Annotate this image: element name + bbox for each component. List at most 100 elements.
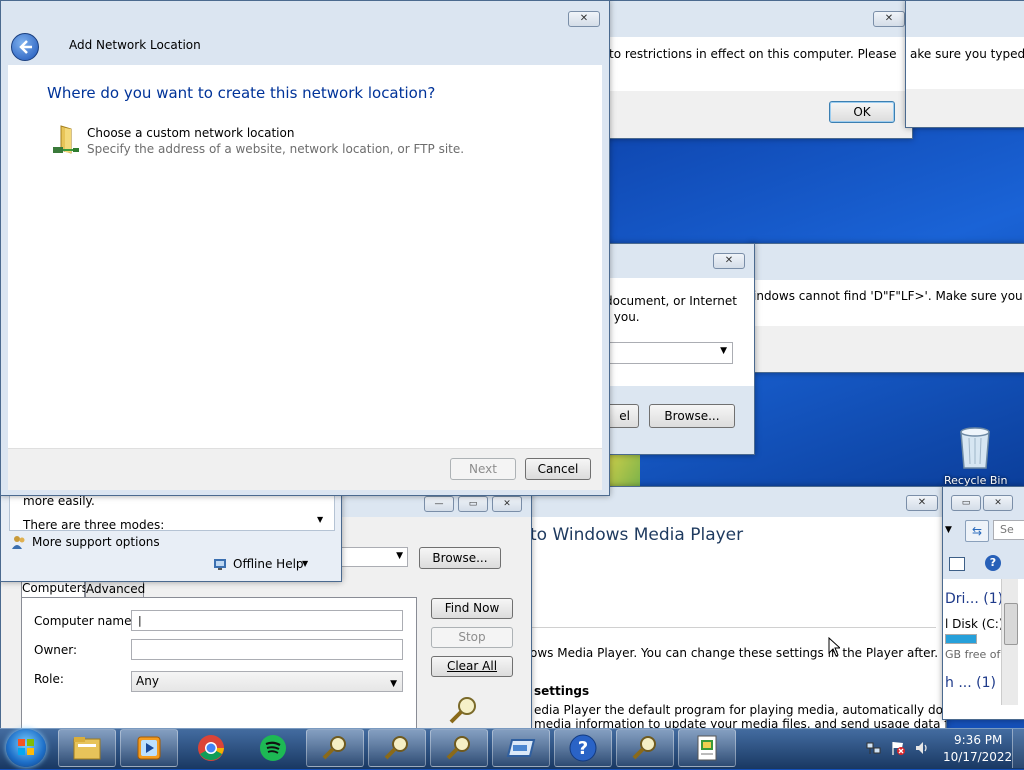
clock-date[interactable]: 10/17/2022 (943, 750, 1012, 764)
maximize-button[interactable]: ▭ (458, 496, 488, 512)
taskbar-search-4[interactable] (616, 729, 674, 767)
next-button[interactable]: Next (450, 458, 516, 480)
explorer-window: ▭ ✕ ▼ ⇆ Se ? Dri... (1) l Disk (C:) GB f… (942, 486, 1024, 720)
support-people-icon (11, 534, 27, 550)
wmp-description: ows Media Player. You can change these s… (530, 646, 939, 660)
close-button[interactable]: ✕ (983, 495, 1013, 511)
maximize-button[interactable]: ▭ (951, 495, 981, 511)
close-button[interactable]: ✕ (713, 253, 745, 269)
vertical-scrollbar[interactable] (1001, 579, 1018, 705)
chevron-down-icon: ▼ (396, 551, 403, 561)
open-combobox[interactable]: ▼ (601, 342, 733, 364)
close-button[interactable]: ✕ (906, 495, 938, 511)
minimize-button[interactable]: — (424, 496, 454, 512)
help-text-1: more easily. (23, 494, 95, 508)
action-center-flag-icon[interactable] (890, 740, 906, 756)
stop-button[interactable]: Stop (431, 627, 513, 648)
settings-heading: settings (534, 684, 590, 698)
mouse-cursor (828, 636, 842, 660)
add-network-location-window: ✕ Add Network Location Where do you want… (0, 0, 610, 496)
free-space-label: GB free of (945, 648, 1001, 661)
cancel-button[interactable]: Cancel (525, 458, 591, 480)
error-message: ake sure you typed the (910, 47, 1024, 61)
windows-logo-icon (18, 739, 34, 755)
error-message: indows cannot find 'D"F"LF>'. Make sure … (753, 289, 1024, 303)
help-icon[interactable]: ? (985, 555, 1001, 571)
role-select[interactable]: Any ▼ (131, 671, 403, 692)
document-icon (697, 735, 717, 761)
owner-label: Owner: (34, 643, 78, 657)
tab-advanced[interactable]: Advanced (85, 581, 145, 598)
error-dialog-middle: indows cannot find 'D"F"LF>'. Make sure … (750, 243, 1024, 373)
close-button[interactable]: ✕ (492, 496, 522, 512)
wmp-window: ✕ to Windows Media Player ows Media Play… (505, 486, 947, 730)
search-input[interactable]: Se (993, 520, 1024, 540)
close-button[interactable]: ✕ (568, 11, 600, 27)
taskbar-search-1[interactable] (306, 729, 364, 767)
clock-time[interactable]: 9:36 PM (954, 733, 1002, 747)
search-magnifier-icon (447, 695, 481, 725)
run-description-2: r you. (605, 310, 640, 324)
offline-help-button[interactable]: Offline Help (233, 557, 304, 571)
svg-text:?: ? (578, 738, 588, 759)
help-text-2: There are three modes: (23, 518, 165, 532)
taskbar-spotify[interactable] (244, 729, 302, 767)
recycle-bin-icon[interactable] (955, 424, 995, 470)
search-icon (632, 736, 656, 760)
offline-help-dropdown[interactable]: ▼ (302, 559, 308, 568)
taskbar-control-panel[interactable] (678, 729, 736, 767)
error-dialog-right: ✕ ake sure you typed the (905, 0, 1024, 128)
back-arrow-icon[interactable] (11, 33, 39, 61)
refresh-icon[interactable]: ⇆ (965, 520, 989, 542)
owner-field[interactable] (131, 639, 403, 660)
ok-button[interactable]: OK (829, 101, 895, 123)
network-tray-icon[interactable] (866, 740, 882, 756)
taskbar-help[interactable]: ? (554, 729, 612, 767)
more-support-options-link[interactable]: More support options (32, 535, 160, 549)
browse-button[interactable]: Browse... (419, 547, 501, 569)
clear-all-button[interactable]: Clear All (431, 656, 513, 677)
folder-icon (73, 737, 101, 760)
custom-location-option[interactable]: Choose a custom network location (87, 126, 294, 140)
network-group-label[interactable]: h ... (1) (945, 675, 996, 691)
run-window-icon (506, 739, 536, 757)
find-now-button[interactable]: Find Now (431, 598, 513, 619)
local-disk-label[interactable]: l Disk (C:) (945, 617, 1004, 631)
computer-name-label: Computer name: (34, 614, 136, 628)
spotify-icon (260, 735, 286, 761)
close-button[interactable]: ✕ (873, 11, 905, 27)
back-forward-dropdown[interactable]: ▼ (945, 521, 961, 539)
taskbar-search-2[interactable] (368, 729, 426, 767)
window-title: Add Network Location (69, 38, 201, 52)
volume-icon[interactable] (914, 740, 930, 756)
computer-name-field[interactable]: | (131, 610, 403, 631)
chevron-down-icon: ▼ (720, 346, 727, 356)
help-window: more easily. There are three modes: ▼ Mo… (0, 488, 342, 582)
taskbar-search-3[interactable] (430, 729, 488, 767)
dialog-message: to restrictions in effect on this comput… (609, 47, 897, 61)
chevron-down-icon: ▼ (390, 679, 397, 689)
taskbar-explorer[interactable] (58, 729, 116, 767)
in-combobox[interactable]: ▼ (339, 547, 408, 567)
scroll-down-arrow[interactable]: ▼ (317, 515, 323, 524)
wizard-heading: Where do you want to create this network… (47, 84, 436, 102)
wmp-heading: to Windows Media Player (530, 525, 744, 545)
media-player-icon (137, 736, 161, 760)
drive-group-label[interactable]: Dri... (1) (945, 591, 1003, 607)
browse-button[interactable]: Browse... (649, 404, 735, 428)
help-icon: ? (569, 734, 597, 762)
show-desktop-button[interactable] (1012, 729, 1024, 768)
search-icon (446, 736, 470, 760)
preview-pane-icon[interactable] (949, 557, 965, 571)
taskbar-media-player[interactable] (120, 729, 178, 767)
run-dialog: ✕ document, or Internet r you. ▼ el Brow… (596, 243, 755, 455)
taskbar-run[interactable] (492, 729, 550, 767)
run-description: document, or Internet (605, 294, 737, 308)
restriction-dialog: ✕ to restrictions in effect on this comp… (596, 0, 913, 139)
settings-text-1: edia Player the default program for play… (534, 703, 947, 717)
start-button[interactable] (6, 729, 46, 767)
network-folder-icon (51, 125, 81, 157)
disk-usage-bar (945, 634, 977, 644)
search-icon (384, 736, 408, 760)
taskbar-chrome[interactable] (182, 729, 240, 767)
